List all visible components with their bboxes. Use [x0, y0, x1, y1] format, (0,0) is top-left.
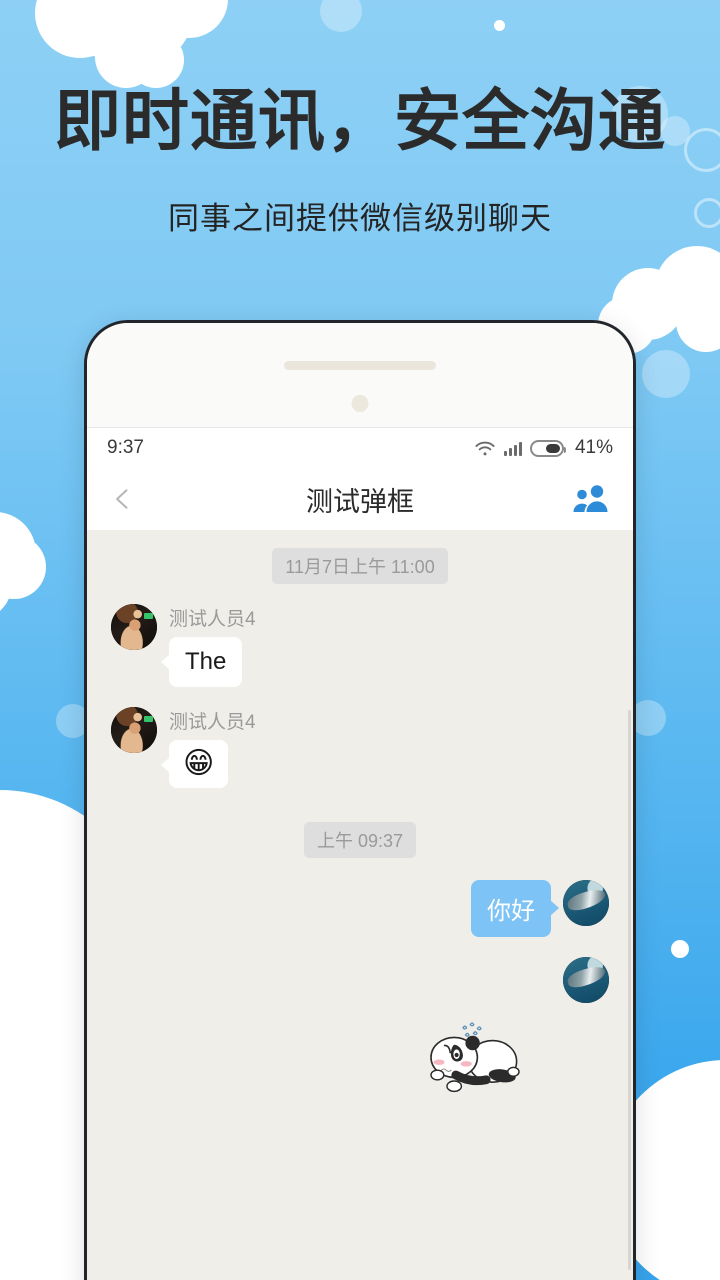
front-camera-icon — [351, 395, 369, 412]
battery-icon — [529, 439, 566, 457]
person-avatar[interactable] — [111, 604, 157, 650]
promo-headline: 即时通讯，安全沟通 — [54, 82, 666, 160]
message-bubble[interactable]: The — [160, 637, 243, 687]
sender-name: 测试人员4 — [169, 712, 256, 733]
back-arrow-icon[interactable] — [109, 484, 139, 514]
message-body: 测试人员4 😁 — [160, 707, 256, 788]
signal-bars-icon — [503, 441, 522, 456]
sender-name: 测试人员4 — [169, 609, 256, 630]
status-bar: 9:37 41% — [87, 428, 633, 468]
status-indicators: 41% — [474, 437, 613, 459]
promo-subheadline: 同事之间提供微信级别聊天 — [168, 201, 552, 237]
chat-message-incoming: 测试人员4 The — [87, 604, 633, 687]
sky-dot — [671, 940, 689, 958]
chat-message-outgoing: 你好 — [87, 880, 633, 937]
shark-avatar[interactable] — [563, 957, 609, 1003]
battery-percent: 41% — [574, 437, 613, 458]
promo-text-block: 即时通讯，安全沟通 同事之间提供微信级别聊天 — [0, 88, 720, 238]
sky-dot — [494, 20, 505, 31]
sky-bubble — [320, 0, 362, 32]
cloud-puff — [128, 32, 184, 88]
chat-scrollbar[interactable] — [628, 530, 631, 1280]
phone-mockup: 9:37 41% 测试弹框 11月7日上午 11:00 测试人员4 The 测试… — [84, 320, 636, 1280]
day-divider: 11月7日上午 11:00 — [272, 548, 448, 584]
person-avatar[interactable] — [111, 707, 157, 753]
panda-sweating-sticker[interactable] — [419, 1009, 535, 1105]
sky-bubble — [642, 350, 690, 398]
nav-bar: 测试弹框 — [87, 468, 633, 530]
group-members-icon[interactable] — [571, 483, 611, 515]
shark-avatar[interactable] — [563, 880, 609, 926]
wifi-icon — [475, 441, 495, 455]
chat-message-outgoing — [87, 957, 633, 1003]
time-divider: 上午 09:37 — [303, 822, 417, 858]
message-body: 你好 — [471, 880, 559, 937]
message-bubble-emoji[interactable]: 😁 — [160, 740, 229, 788]
sticker-row — [87, 1009, 633, 1105]
chat-message-incoming: 测试人员4 😁 — [87, 707, 633, 788]
day-divider-row: 11月7日上午 11:00 — [87, 548, 633, 584]
phone-bezel — [87, 323, 633, 427]
page-title: 测试弹框 — [306, 486, 414, 517]
earpiece-speaker — [284, 361, 436, 370]
message-body: 测试人员4 The — [160, 604, 256, 687]
time-divider-row: 上午 09:37 — [87, 822, 633, 858]
status-time: 9:37 — [107, 437, 144, 458]
message-bubble[interactable]: 你好 — [471, 880, 559, 937]
chat-message-list[interactable]: 11月7日上午 11:00 测试人员4 The 测试人员4 😁 上午 09:37… — [87, 530, 633, 1280]
